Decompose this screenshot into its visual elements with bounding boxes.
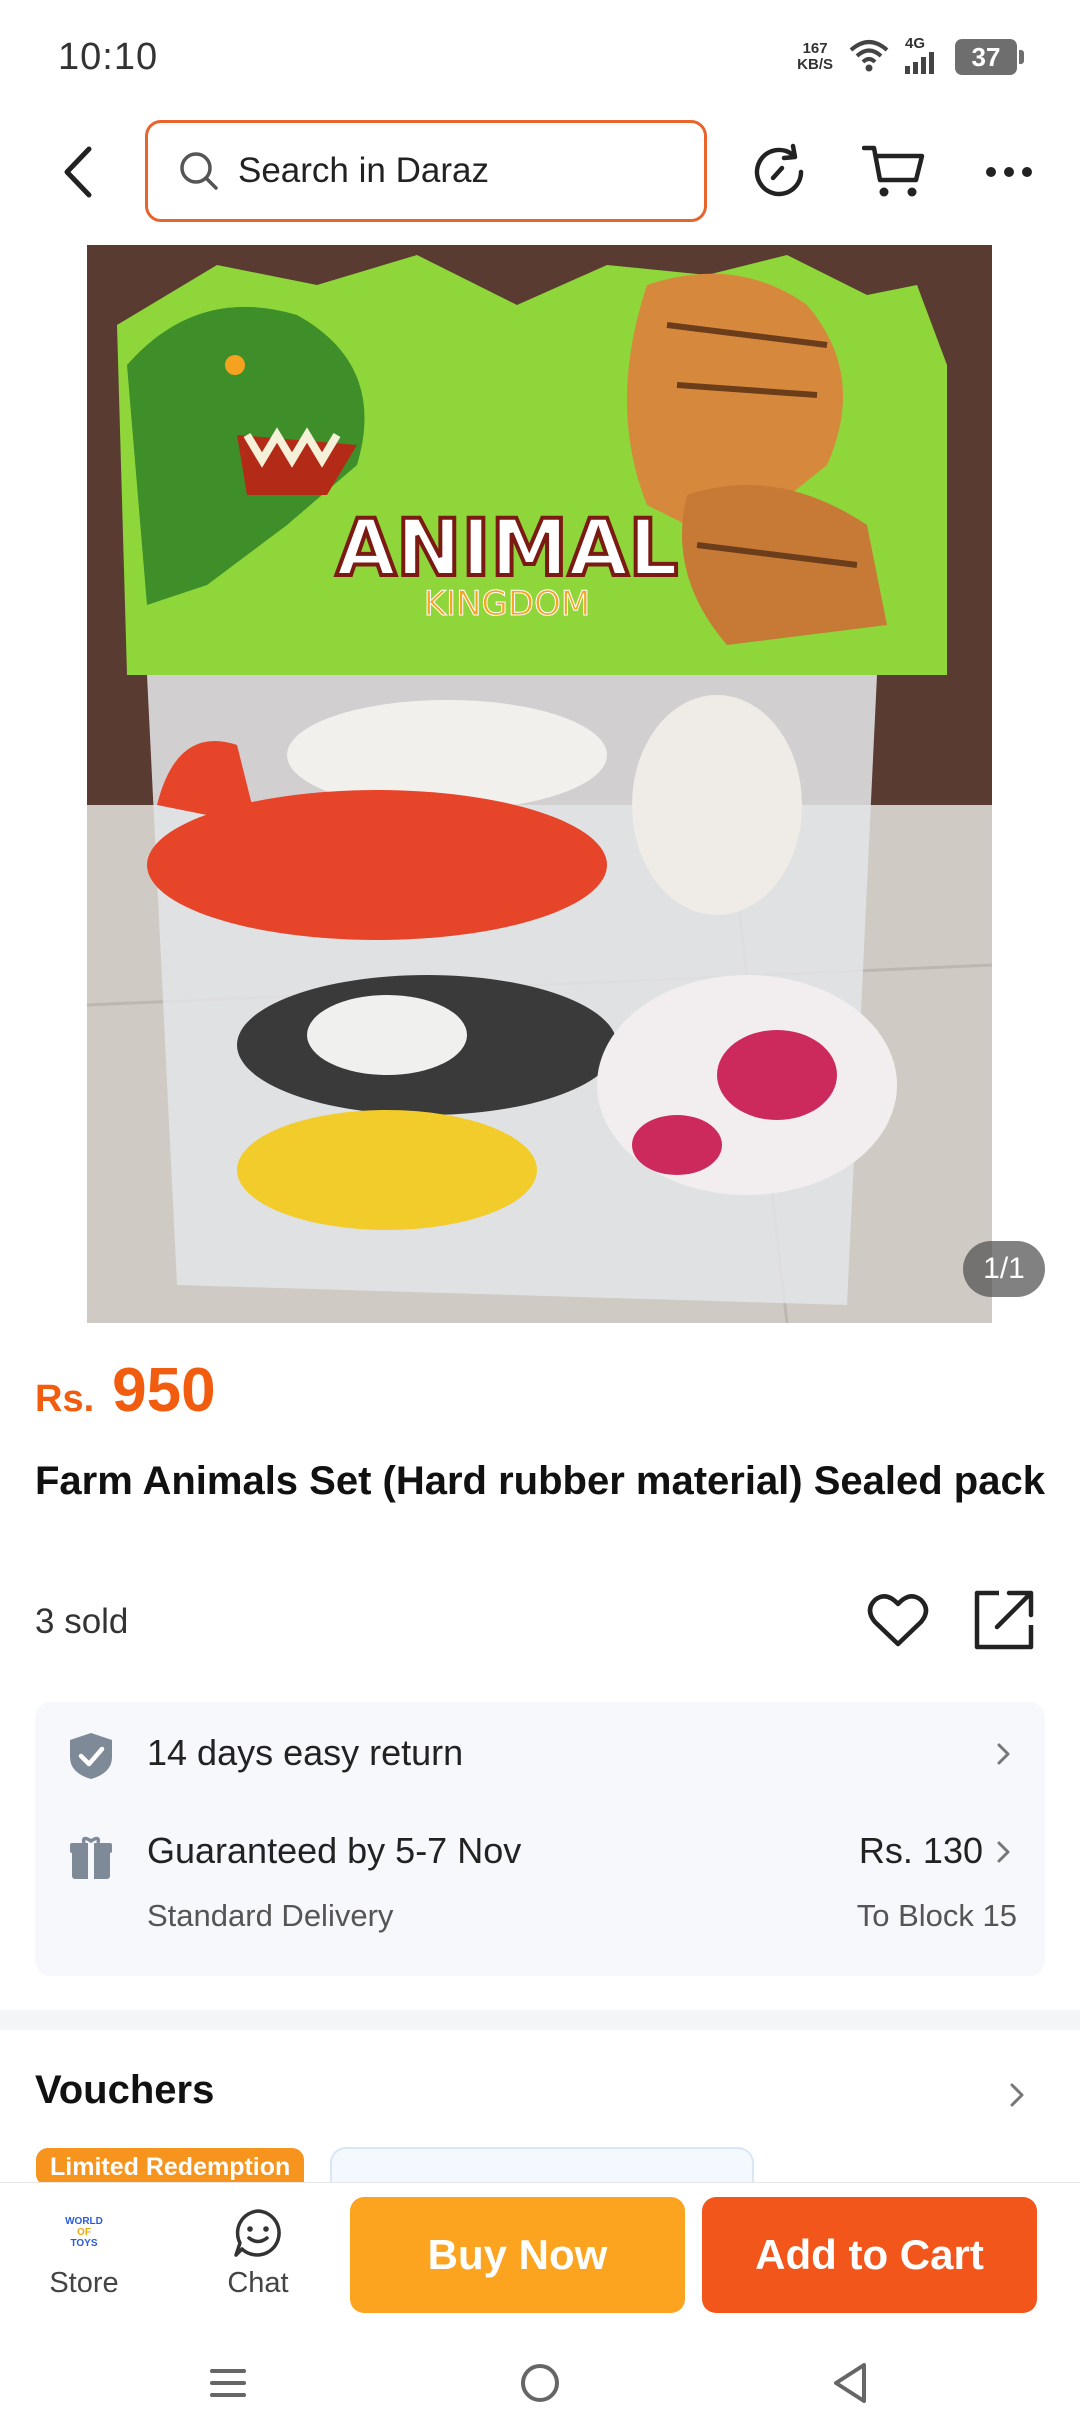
- recent-apps-button[interactable]: [188, 2348, 268, 2418]
- bottom-action-bar: WORLD OF TOYS Store Chat Buy Now Add to …: [0, 2182, 1080, 2322]
- store-logo-line: WORLD: [65, 2216, 103, 2227]
- share-button[interactable]: [968, 1585, 1040, 1655]
- history-icon: [754, 143, 804, 197]
- price: Rs. 950: [35, 1355, 216, 1426]
- signal-icon: [905, 52, 939, 79]
- delivery-guarantee: Guaranteed by 5-7 Nov: [147, 1830, 522, 1871]
- cart-button[interactable]: [860, 138, 928, 206]
- chevron-right-icon: [997, 1743, 1010, 1765]
- back-nav-button[interactable]: [810, 2348, 890, 2418]
- package-subtitle-text: KINGDOM: [424, 584, 590, 624]
- network-speed-unit: KB/S: [797, 56, 833, 73]
- vouchers-title[interactable]: Vouchers: [35, 2068, 214, 2113]
- price-value: 950: [112, 1356, 216, 1425]
- store-label: Store: [49, 2266, 119, 2299]
- wifi-icon: [849, 38, 889, 77]
- store-logo-line: OF: [77, 2227, 91, 2238]
- delivery-fee: Rs. 130: [858, 1830, 983, 1871]
- product-image[interactable]: ANIMAL KINGDOM: [87, 245, 992, 1323]
- heart-icon: [867, 1594, 929, 1647]
- store-logo-line: TOYS: [70, 2238, 98, 2249]
- store-logo: WORLD OF TOYS: [58, 2207, 110, 2259]
- return-policy-text: 14 days easy return: [147, 1732, 464, 1773]
- wishlist-button[interactable]: [862, 1585, 934, 1655]
- product-title: Farm Animals Set (Hard rubber material) …: [35, 1459, 1045, 1503]
- delivery-location: To Block 15: [856, 1898, 1017, 1933]
- status-indicators: 167 KB/S 4G 37: [797, 34, 1024, 80]
- chat-button[interactable]: Chat: [188, 2183, 328, 2323]
- sold-count: 3 sold: [35, 1602, 129, 1641]
- back-icon: [64, 146, 92, 198]
- back-button[interactable]: [50, 142, 106, 202]
- home-circle-icon: [521, 2364, 559, 2402]
- delivery-row[interactable]: Guaranteed by 5-7 Nov Standard Delivery …: [35, 1812, 1045, 1976]
- shield-icon: [67, 1732, 115, 1780]
- chevron-right-icon: [997, 1841, 1010, 1863]
- product-photo-illustration: ANIMAL KINGDOM: [87, 245, 992, 1323]
- service-info-card: 14 days easy return Guaranteed by 5-7 No…: [35, 1702, 1045, 1976]
- menu-icon: [210, 2369, 246, 2397]
- voucher-card[interactable]: [330, 2147, 754, 2187]
- battery-tip: [1019, 50, 1024, 64]
- search-icon: [180, 152, 218, 190]
- network-speed: 167 KB/S: [797, 41, 833, 73]
- status-bar: 10:10 167 KB/S 4G 37: [0, 0, 1080, 116]
- return-policy-row[interactable]: 14 days easy return: [35, 1702, 1045, 1812]
- buy-now-button[interactable]: Buy Now: [350, 2197, 685, 2313]
- network-speed-value: 167: [802, 40, 828, 57]
- share-icon: [974, 1590, 1034, 1650]
- delivery-type: Standard Delivery: [147, 1898, 394, 1933]
- network-type: 4G: [905, 35, 926, 52]
- cart-icon: [862, 145, 925, 197]
- battery-level: 37: [955, 39, 1017, 75]
- image-counter: 1/1: [963, 1241, 1045, 1297]
- price-currency: Rs.: [35, 1378, 95, 1420]
- more-icon: [986, 167, 1032, 177]
- search-placeholder: Search in Daraz: [238, 151, 489, 190]
- add-to-cart-button[interactable]: Add to Cart: [702, 2197, 1037, 2313]
- product-page: 10:10 167 KB/S 4G 37 Search in Daraz ANI…: [0, 0, 1080, 2436]
- chat-label: Chat: [227, 2266, 289, 2299]
- section-divider: [0, 2010, 1080, 2030]
- chat-icon: [234, 2208, 281, 2257]
- back-triangle-icon: [834, 2363, 866, 2403]
- battery-indicator: 37: [955, 39, 1024, 75]
- chevron-right-icon[interactable]: [1005, 2080, 1029, 2110]
- store-button[interactable]: WORLD OF TOYS Store: [14, 2183, 154, 2323]
- cell-signal: 4G: [905, 35, 939, 79]
- top-header: Search in Daraz: [0, 116, 1080, 228]
- status-time: 10:10: [58, 36, 159, 78]
- package-brand-text: ANIMAL: [336, 504, 678, 594]
- more-button[interactable]: [975, 138, 1043, 206]
- limited-redemption-tag: Limited Redemption: [36, 2148, 305, 2186]
- history-button[interactable]: [745, 138, 813, 206]
- search-input[interactable]: Search in Daraz: [145, 120, 707, 222]
- system-nav-bar: [0, 2330, 1080, 2436]
- package-icon: [67, 1834, 115, 1882]
- home-button[interactable]: [500, 2348, 580, 2418]
